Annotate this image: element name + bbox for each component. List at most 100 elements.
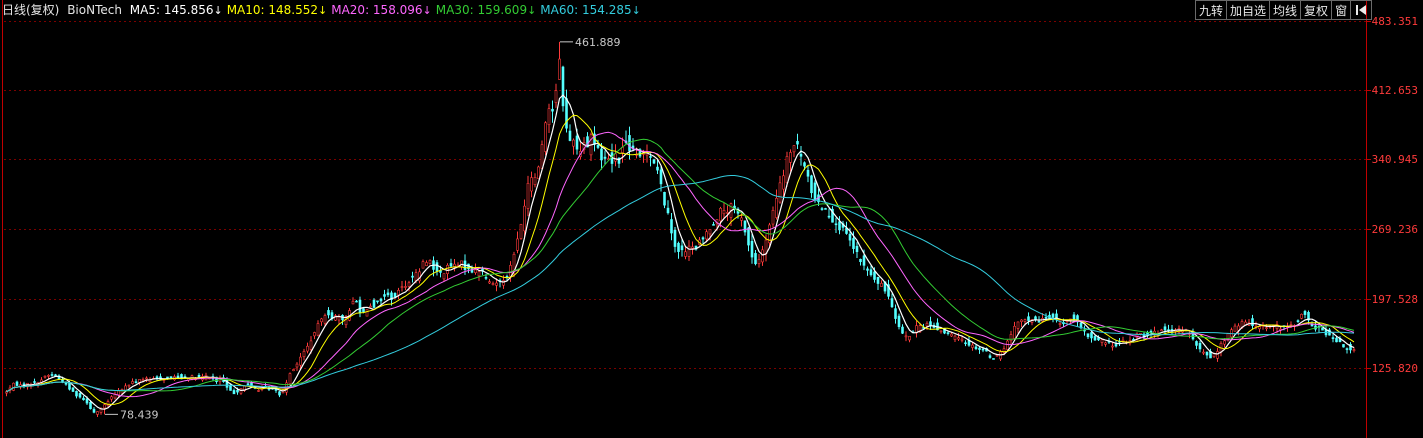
candle bbox=[327, 307, 330, 319]
nine-turn-button[interactable]: 九转 bbox=[1195, 0, 1228, 20]
candle bbox=[1233, 323, 1237, 332]
candle bbox=[750, 233, 754, 264]
candle bbox=[1191, 328, 1195, 341]
candle bbox=[558, 41, 561, 80]
ma-line-ma60 bbox=[6, 175, 1355, 393]
candle bbox=[257, 389, 260, 392]
candle bbox=[915, 320, 918, 338]
candle bbox=[1300, 313, 1303, 320]
y-tick-label: 412.653 bbox=[1371, 83, 1418, 97]
candle bbox=[145, 376, 148, 383]
candle bbox=[530, 171, 533, 198]
candle bbox=[820, 207, 824, 211]
candle bbox=[369, 303, 372, 308]
legend-ma5: MA5: 145.856 bbox=[129, 3, 214, 17]
candle bbox=[904, 331, 908, 342]
collapse-left-icon[interactable] bbox=[1350, 0, 1373, 20]
down-arrow-icon: ↓ bbox=[527, 4, 537, 17]
candle bbox=[365, 309, 369, 317]
y-tick-label: 483.351 bbox=[1371, 14, 1418, 28]
candle bbox=[1100, 339, 1104, 347]
candle bbox=[533, 173, 537, 188]
candle bbox=[799, 146, 803, 166]
candle bbox=[1345, 347, 1349, 354]
candle bbox=[652, 158, 656, 165]
candle bbox=[589, 132, 593, 161]
candle bbox=[680, 239, 684, 257]
candle bbox=[453, 259, 456, 272]
candle bbox=[806, 165, 810, 183]
moving-average-button[interactable]: 均线 bbox=[1269, 0, 1302, 20]
candle bbox=[491, 281, 495, 286]
candle bbox=[1303, 309, 1307, 319]
candle bbox=[824, 207, 827, 210]
window-button[interactable]: 窗 bbox=[1331, 0, 1352, 20]
candle bbox=[537, 165, 540, 180]
candle bbox=[75, 390, 78, 399]
candle bbox=[516, 231, 519, 254]
y-tick-label: 197.528 bbox=[1371, 292, 1418, 306]
candle bbox=[572, 138, 575, 155]
candle bbox=[1296, 319, 1300, 323]
down-arrow-icon: ↓ bbox=[213, 4, 223, 17]
candle bbox=[435, 260, 439, 276]
candle bbox=[1195, 340, 1198, 350]
down-arrow-icon: ↓ bbox=[631, 4, 641, 17]
adjust-price-button[interactable]: 复权 bbox=[1300, 0, 1333, 20]
candle bbox=[775, 189, 778, 220]
candle bbox=[1342, 344, 1345, 348]
candle bbox=[988, 353, 992, 359]
candle bbox=[1034, 315, 1037, 322]
legend-ma30: MA30: 159.609 bbox=[435, 3, 528, 17]
candle bbox=[939, 330, 943, 334]
candle bbox=[687, 240, 691, 262]
candle bbox=[316, 320, 320, 337]
kline-chart[interactable]: 461.889 78.439 bbox=[0, 0, 1423, 438]
high-annotation: 461.889 bbox=[560, 36, 621, 49]
candle bbox=[831, 206, 834, 223]
candle bbox=[449, 258, 453, 268]
candle bbox=[498, 278, 502, 288]
candle bbox=[614, 144, 617, 167]
candle bbox=[351, 297, 355, 305]
candle bbox=[1219, 341, 1223, 357]
candle bbox=[547, 103, 551, 134]
candle bbox=[131, 378, 134, 385]
candle bbox=[397, 287, 400, 300]
candle bbox=[684, 246, 687, 260]
candle bbox=[712, 221, 715, 226]
candle bbox=[1321, 327, 1324, 331]
candle bbox=[337, 314, 341, 325]
candle bbox=[792, 145, 796, 158]
candle bbox=[50, 371, 54, 377]
candle bbox=[418, 268, 421, 284]
candle bbox=[978, 346, 981, 354]
candle bbox=[1128, 336, 1132, 346]
y-tick-label: 125.820 bbox=[1371, 361, 1418, 375]
candle bbox=[519, 223, 523, 240]
candle bbox=[292, 368, 295, 372]
candle bbox=[278, 391, 281, 398]
candle bbox=[953, 334, 957, 342]
add-watchlist-button[interactable]: 加自选 bbox=[1226, 0, 1271, 20]
candle bbox=[306, 342, 309, 354]
candle bbox=[523, 199, 526, 237]
candle bbox=[929, 316, 932, 330]
candle bbox=[232, 388, 236, 395]
candle bbox=[1209, 348, 1212, 359]
candle bbox=[1016, 321, 1020, 334]
down-arrow-icon: ↓ bbox=[318, 4, 328, 17]
candle bbox=[754, 250, 757, 266]
candle bbox=[446, 263, 449, 281]
candle bbox=[1160, 328, 1163, 332]
candle bbox=[722, 203, 726, 219]
ma-line-ma10 bbox=[6, 114, 1355, 405]
candle bbox=[897, 313, 901, 330]
candle bbox=[1020, 319, 1023, 327]
candle bbox=[691, 241, 694, 255]
legend-symbol: BioNTech bbox=[67, 3, 122, 17]
candle bbox=[1226, 333, 1230, 342]
candle bbox=[761, 245, 764, 266]
candle bbox=[1205, 351, 1209, 359]
legend-title: 日线(复权) bbox=[2, 3, 60, 17]
